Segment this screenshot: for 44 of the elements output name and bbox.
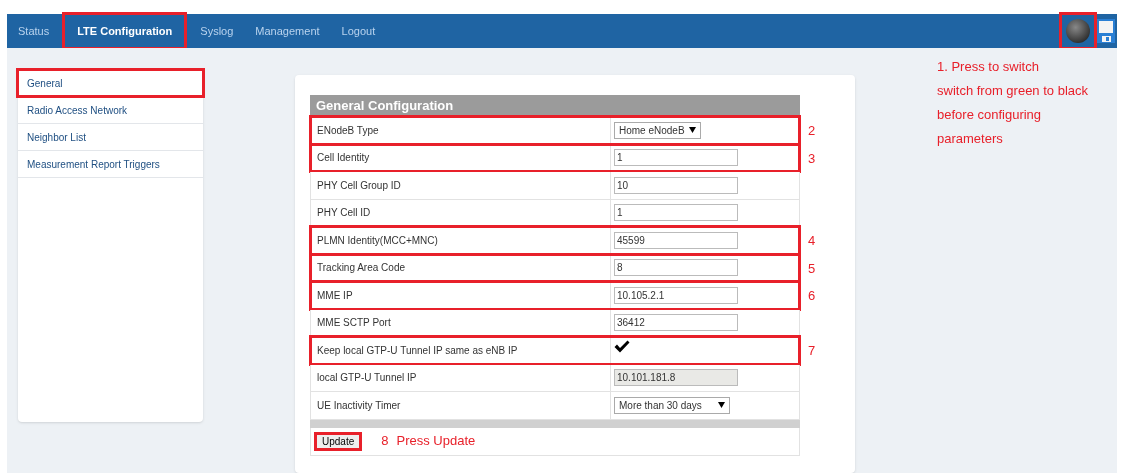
step-number: 2 xyxy=(808,122,816,140)
nav-tab[interactable]: Logout xyxy=(330,14,387,48)
step-number: 5 xyxy=(808,259,816,278)
annotation-frame xyxy=(314,431,363,451)
step-number: 6 xyxy=(808,287,816,305)
sidebar-item[interactable]: Neighbor List xyxy=(18,124,203,151)
field-label: Cell Identity xyxy=(317,151,370,166)
nav-tab[interactable]: Syslog xyxy=(189,14,245,48)
instruction-note: 1. Press to switch switch from green to black before configuring parameters xyxy=(937,58,1088,148)
field-label: PLMN Identity(MCC+MNC) xyxy=(317,233,438,248)
input-field[interactable]: 36412 xyxy=(614,314,738,332)
sidebar-item[interactable]: Measurement Report Triggers xyxy=(18,151,203,178)
input-field[interactable]: 45599 xyxy=(614,231,738,249)
sidebar-item[interactable]: General xyxy=(18,70,203,97)
step-number: 4 xyxy=(808,232,816,250)
input-field[interactable]: 1 xyxy=(614,204,738,222)
field-label: MME SCTP Port xyxy=(317,316,391,331)
field-label: MME IP xyxy=(317,288,353,303)
input-field[interactable]: 1 xyxy=(614,149,738,167)
save-icon[interactable] xyxy=(1097,19,1115,43)
field-label: local GTP-U Tunnel IP xyxy=(317,371,417,386)
field-label: Keep local GTP-U Tunnel IP same as eNB IP xyxy=(317,343,518,358)
input-field[interactable]: 8 xyxy=(614,259,738,277)
input-field[interactable]: 10 xyxy=(614,176,738,194)
form-header: General Configuration xyxy=(310,95,800,117)
input-field[interactable]: 10.105.2.1 xyxy=(614,286,738,304)
field-label: PHY Cell ID xyxy=(317,206,371,221)
step-number: 7 xyxy=(808,342,816,360)
dropdown[interactable]: More than 30 days xyxy=(614,396,730,414)
caret-icon xyxy=(718,402,725,409)
step-number: 3 xyxy=(808,149,816,168)
instruction-note: Press Update xyxy=(396,432,476,451)
nav-tab[interactable]: Management xyxy=(244,14,331,48)
field-label: ENodeB Type xyxy=(317,123,379,138)
sidebar-item[interactable]: Radio Access Network xyxy=(18,97,203,124)
step-number: 8 xyxy=(381,432,389,451)
nav-tab[interactable]: Status xyxy=(7,14,61,48)
update-button[interactable]: Update xyxy=(315,432,362,450)
caret-icon xyxy=(688,127,696,134)
field-label: Tracking Area Code xyxy=(317,261,405,276)
checkmark-icon[interactable] xyxy=(614,339,630,353)
dropdown[interactable]: Home eNodeB xyxy=(614,121,701,139)
field-label: PHY Cell Group ID xyxy=(317,178,401,193)
field-label: UE Inactivity Timer xyxy=(317,398,401,413)
